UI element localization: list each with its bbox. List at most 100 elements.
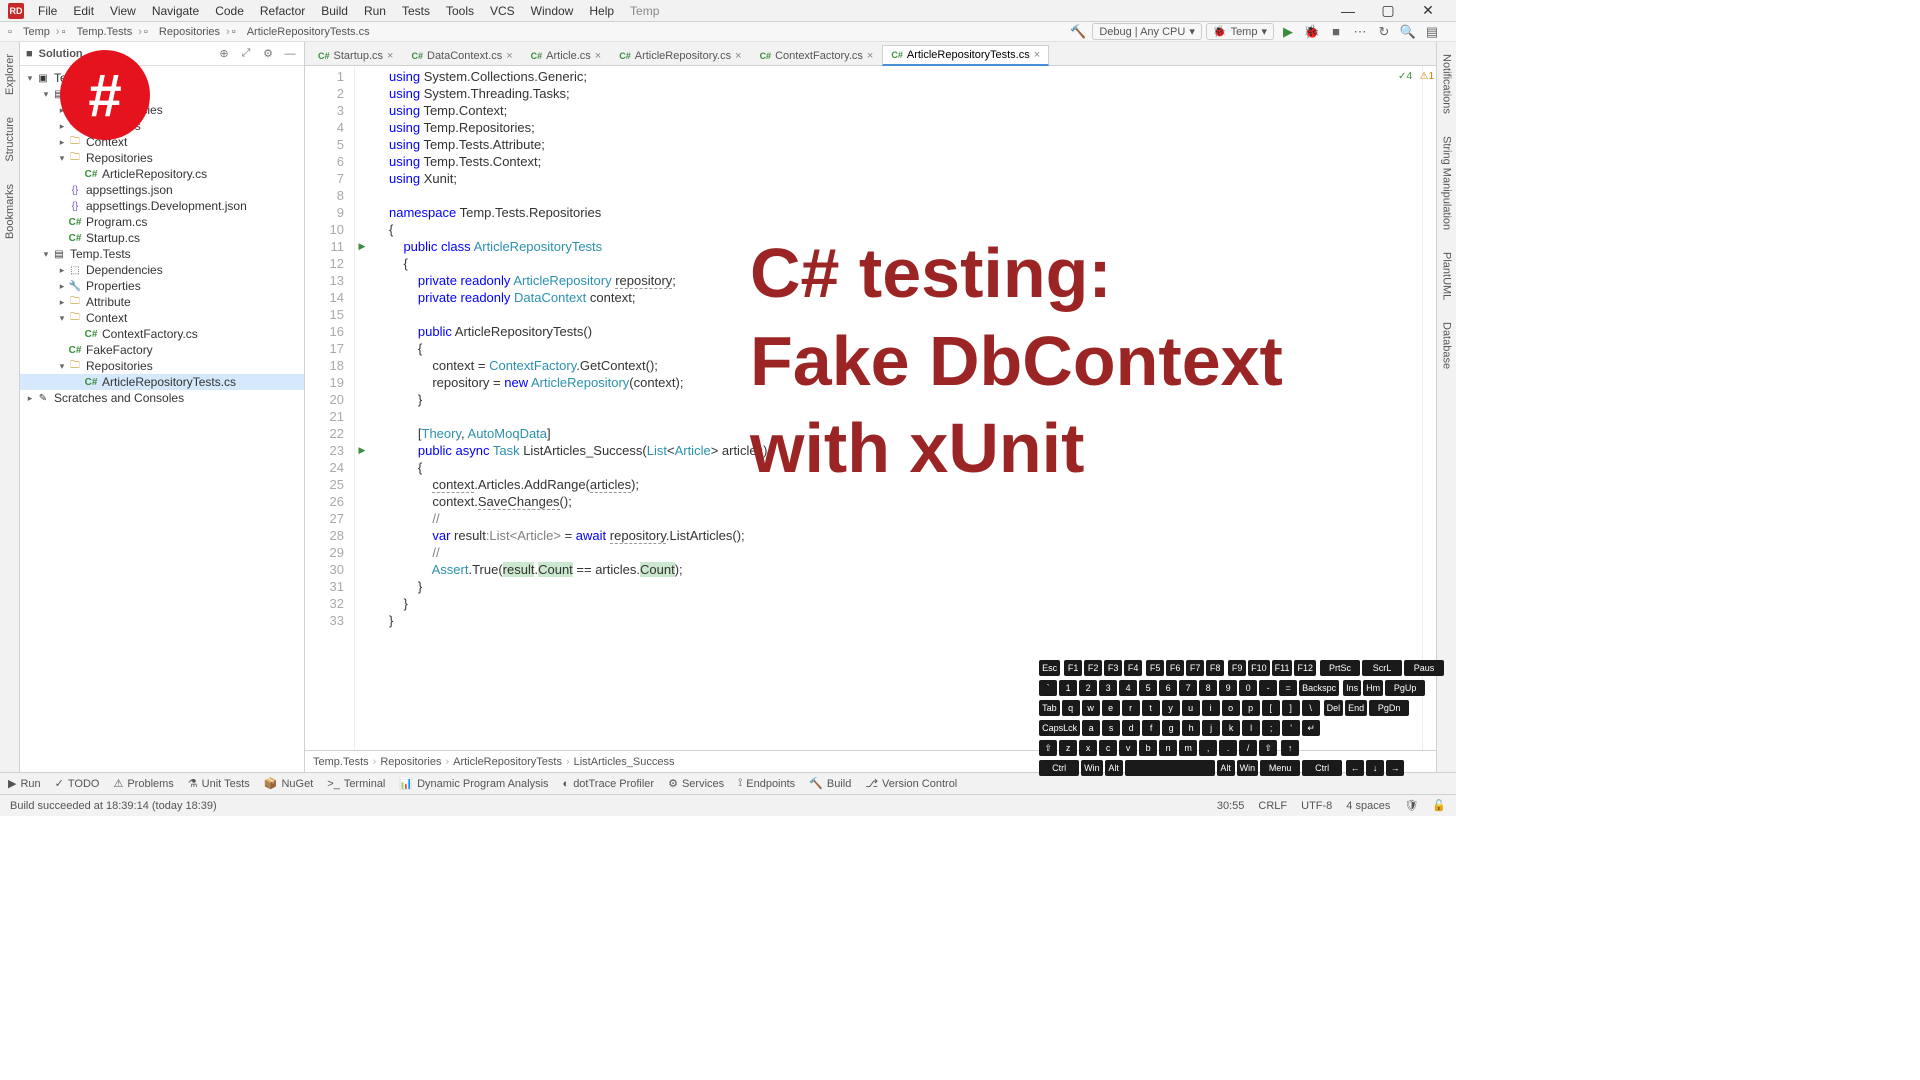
tree-node[interactable]: ▸🔧Properties	[20, 278, 304, 294]
close-icon[interactable]: ×	[387, 50, 393, 62]
code-editor[interactable]: 1234567891011121314151617181920212223242…	[305, 66, 1436, 750]
tree-node[interactable]: C#ArticleRepositoryTests.cs	[20, 374, 304, 390]
indent-setting[interactable]: 4 spaces	[1346, 800, 1390, 812]
stop-button[interactable]: ■	[1326, 22, 1346, 42]
editor-tab[interactable]: C#Startup.cs×	[309, 46, 402, 65]
build-config-dropdown[interactable]: Debug | Any CPU ▾	[1092, 23, 1202, 40]
menu-tools[interactable]: Tools	[438, 4, 482, 18]
tool-version-control[interactable]: ⎇Version Control	[865, 777, 957, 790]
menu-help[interactable]: Help	[581, 4, 622, 18]
tool-build[interactable]: 🔨Build	[809, 777, 851, 790]
maximize-button[interactable]: ▢	[1368, 0, 1408, 22]
tree-node[interactable]: ▸🔧Properties	[20, 118, 304, 134]
tool-todo[interactable]: ✓TODO	[55, 777, 100, 790]
solution-tree[interactable]: ▾▣Temp▾▤Temp▸⬚Dependencies▸🔧Properties▸🗀…	[20, 66, 304, 772]
tree-node[interactable]: ▾🗀Context	[20, 310, 304, 326]
tool-services[interactable]: ⚙Services	[668, 777, 724, 790]
tool-problems[interactable]: ⚠Problems	[113, 777, 173, 790]
tree-node[interactable]: ▸🗀Attribute	[20, 294, 304, 310]
tree-node[interactable]: C#FakeFactory	[20, 342, 304, 358]
line-endings[interactable]: CRLF	[1258, 800, 1287, 812]
close-button[interactable]: ✕	[1408, 0, 1448, 22]
close-icon[interactable]: ×	[735, 50, 741, 62]
menu-window[interactable]: Window	[523, 4, 582, 18]
inspection-icon[interactable]: 🛡	[1404, 799, 1418, 812]
menu-build[interactable]: Build	[313, 4, 356, 18]
tree-node[interactable]: C#ContextFactory.cs	[20, 326, 304, 342]
tool-nuget[interactable]: 📦NuGet	[264, 777, 314, 790]
tool-dynamic-program-analysis[interactable]: 📊Dynamic Program Analysis	[399, 777, 548, 790]
search-icon[interactable]: 🔍	[1398, 22, 1418, 42]
breadcrumb-item[interactable]: ▫Temp.Tests	[62, 26, 133, 38]
left-rail-structure[interactable]: Structure	[4, 111, 16, 168]
menu-navigate[interactable]: Navigate	[144, 4, 207, 18]
tree-node[interactable]: C#Startup.cs	[20, 230, 304, 246]
tool-run[interactable]: ▶Run	[8, 777, 41, 790]
tool-endpoints[interactable]: ⟟Endpoints	[738, 777, 795, 790]
panel-settings-icon[interactable]: ⚙	[260, 46, 276, 62]
build-icon[interactable]: 🔨	[1068, 22, 1088, 42]
expand-icon[interactable]: ⤢	[238, 46, 254, 62]
key: v	[1119, 740, 1137, 756]
nav-crumb[interactable]: ListArticles_Success	[574, 756, 675, 768]
readonly-icon[interactable]: 🔓	[1432, 799, 1446, 812]
breadcrumb-item[interactable]: ▫Temp	[8, 26, 50, 38]
run-config-dropdown[interactable]: 🐞 Temp ▾	[1206, 23, 1274, 40]
close-icon[interactable]: ×	[867, 50, 873, 62]
left-rail-bookmarks[interactable]: Bookmarks	[4, 178, 16, 245]
inspection-gutter[interactable]: ⚠1 ✓4	[1422, 66, 1436, 750]
tree-node[interactable]: ▾🗀Repositories	[20, 358, 304, 374]
menu-edit[interactable]: Edit	[65, 4, 102, 18]
menu-tests[interactable]: Tests	[394, 4, 438, 18]
menu-run[interactable]: Run	[356, 4, 394, 18]
menu-file[interactable]: File	[30, 4, 65, 18]
editor-tab[interactable]: C#Article.cs×	[522, 46, 611, 65]
close-icon[interactable]: ×	[595, 50, 601, 62]
tree-node[interactable]: C#ArticleRepository.cs	[20, 166, 304, 182]
tree-node[interactable]: {}appsettings.Development.json	[20, 198, 304, 214]
nav-crumb[interactable]: Temp.Tests	[313, 756, 369, 768]
minimize-button[interactable]: —	[1328, 0, 1368, 22]
tree-node[interactable]: ▸⬚Dependencies	[20, 262, 304, 278]
tool-dottrace-profiler[interactable]: ◐dotTrace Profiler	[563, 778, 655, 790]
right-rail-plantuml[interactable]: PlantUML	[1441, 246, 1453, 306]
menu-refactor[interactable]: Refactor	[252, 4, 313, 18]
fold-gutter[interactable]	[369, 66, 383, 750]
more-run-icon[interactable]: ⋯	[1350, 22, 1370, 42]
right-rail-string-manipulation[interactable]: String Manipulation	[1441, 130, 1453, 236]
run-button[interactable]: ▶	[1278, 22, 1298, 42]
code-lines[interactable]: using System.Collections.Generic;using S…	[383, 66, 1422, 750]
close-icon[interactable]: ×	[1034, 49, 1040, 61]
debug-button[interactable]: 🐞	[1302, 22, 1322, 42]
nav-crumb[interactable]: Repositories	[380, 756, 441, 768]
editor-tab[interactable]: C#ArticleRepositoryTests.cs×	[882, 45, 1049, 66]
locate-icon[interactable]: ⊕	[216, 46, 232, 62]
menu-view[interactable]: View	[102, 4, 144, 18]
nav-crumb[interactable]: ArticleRepositoryTests	[453, 756, 562, 768]
tree-node[interactable]: ▸✎Scratches and Consoles	[20, 390, 304, 406]
close-icon[interactable]: ×	[506, 50, 512, 62]
breadcrumb-item[interactable]: ▫ArticleRepositoryTests.cs	[232, 26, 370, 38]
editor-tab[interactable]: C#ArticleRepository.cs×	[610, 46, 750, 65]
update-icon[interactable]: ↻	[1374, 22, 1394, 42]
menu-vcs[interactable]: VCS	[482, 4, 523, 18]
left-rail-explorer[interactable]: Explorer	[4, 48, 16, 101]
caret-position[interactable]: 30:55	[1217, 800, 1245, 812]
right-rail-database[interactable]: Database	[1441, 316, 1453, 375]
tree-node[interactable]: ▾▤Temp.Tests	[20, 246, 304, 262]
settings-icon[interactable]: ▤	[1422, 22, 1442, 42]
editor-tab[interactable]: C#DataContext.cs×	[402, 46, 521, 65]
right-rail-notifications[interactable]: Notifications	[1441, 48, 1453, 120]
breadcrumb-item[interactable]: ▫Repositories	[144, 26, 220, 38]
tree-node[interactable]: C#Program.cs	[20, 214, 304, 230]
editor-tab[interactable]: C#ContextFactory.cs×	[751, 46, 883, 65]
tool-unit-tests[interactable]: ⚗Unit Tests	[188, 777, 250, 790]
tool-terminal[interactable]: >_Terminal	[327, 778, 385, 790]
file-encoding[interactable]: UTF-8	[1301, 800, 1332, 812]
tree-node[interactable]: ▸🗀Context	[20, 134, 304, 150]
hide-panel-icon[interactable]: —	[282, 46, 298, 62]
run-gutter[interactable]: ▶▶	[355, 66, 369, 750]
tree-node[interactable]: {}appsettings.json	[20, 182, 304, 198]
menu-code[interactable]: Code	[207, 4, 252, 18]
tree-node[interactable]: ▾🗀Repositories	[20, 150, 304, 166]
